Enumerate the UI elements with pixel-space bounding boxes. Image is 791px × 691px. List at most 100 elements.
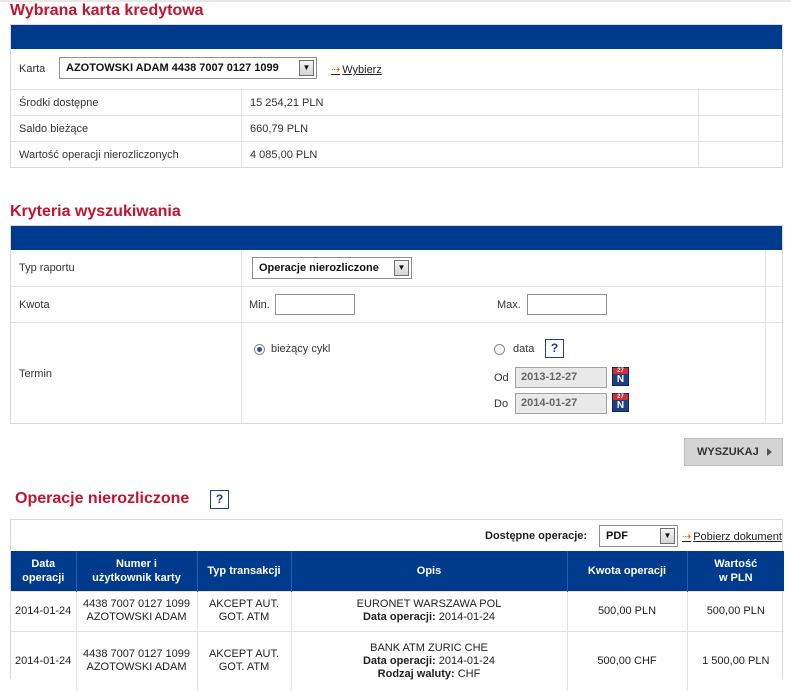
max-amount-input[interactable] [527, 294, 607, 315]
available-funds-value: 15 254,21 PLN [250, 97, 324, 109]
from-label: Od [494, 372, 509, 384]
card-user: AZOTOWSKI ADAM [86, 661, 187, 674]
cell-value-pln: 500,00 PLN [687, 590, 784, 631]
report-type-row: Typ raportu Operacje nierozliczone ▼ [11, 250, 782, 286]
divider [698, 90, 699, 115]
cell-amount: 500,00 CHF [567, 630, 688, 691]
divider [241, 250, 242, 286]
available-funds-label: Środki dostępne [19, 97, 99, 109]
divider [765, 287, 766, 322]
description-date: 2014-01-24 [438, 654, 496, 667]
arrow-right-icon: ⇢ [682, 531, 692, 543]
cell-type: AKCEPT AUT. GOT. ATM [197, 590, 292, 631]
max-label: Max. [497, 299, 521, 311]
report-type-select[interactable]: Operacje nierozliczone ▼ [252, 257, 412, 279]
format-select[interactable]: PDF ▼ [599, 525, 678, 547]
col-description-label: Opis [416, 564, 442, 577]
description-currency: CHF [457, 667, 481, 680]
card-label: Karta [19, 63, 46, 75]
divider [765, 323, 766, 423]
type-line: GOT. ATM [218, 611, 270, 623]
divider [765, 250, 766, 286]
col-amount-label: Kwota operacji [587, 564, 667, 577]
cell-value-pln: 1 500,00 PLN [687, 630, 784, 691]
card-panel: Karta AZOTOWSKI ADAM 4438 7007 0127 1099… [10, 24, 783, 168]
col-header-amount[interactable]: Kwota operacji [567, 551, 688, 591]
unsettled-value-row: Wartość operacji nierozliczonych 4 085,0… [11, 141, 782, 167]
cell-amount: 500,00 PLN [567, 590, 688, 631]
current-balance-value: 660,79 PLN [250, 123, 309, 135]
type-line: AKCEPT AUT. [208, 648, 280, 661]
criteria-title: Kryteria wyszukiwania [10, 203, 181, 220]
description-merchant: EURONET WARSZAWA POL [356, 598, 502, 610]
col-header-card[interactable]: Numer i użytkownik karty [76, 551, 198, 591]
report-type-label: Typ raportu [19, 262, 75, 274]
table-header-row: Data operacji Numer i użytkownik karty T… [11, 551, 784, 591]
operations-title: Operacje nierozliczone [15, 490, 190, 507]
divider [241, 116, 242, 141]
help-icon[interactable]: ? [545, 339, 564, 358]
cell-date: 2014-01-24 [11, 630, 77, 691]
help-icon[interactable]: ? [210, 490, 229, 509]
date-label: data [513, 343, 535, 355]
search-button[interactable]: WYSZUKAJ [684, 438, 783, 466]
search-button-label: WYSZUKAJ [697, 446, 759, 458]
criteria-panel-header [11, 226, 782, 250]
calendar-icon[interactable]: 27 N [612, 367, 629, 386]
current-balance-label: Saldo bieżące [19, 123, 89, 135]
cell-date: 2014-01-24 [11, 590, 77, 631]
card-select-value: AZOTOWSKI ADAM 4438 7007 0127 1099 [66, 62, 279, 74]
description-currency-label: Rodzaj waluty: [377, 667, 455, 680]
calendar-icon[interactable]: 27 N [612, 393, 629, 412]
card-select[interactable]: AZOTOWSKI ADAM 4438 7007 0127 1099 ▼ [59, 57, 317, 79]
card-user: AZOTOWSKI ADAM [86, 611, 187, 623]
col-card-label: Numer i użytkownik karty [92, 557, 181, 584]
format-value: PDF [606, 530, 628, 542]
divider [241, 287, 242, 322]
available-ops-label: Dostępne operacje: [485, 530, 588, 542]
min-label: Min. [249, 299, 270, 311]
type-line: AKCEPT AUT. [208, 598, 280, 610]
unsettled-value-label: Wartość operacji nierozliczonych [19, 149, 179, 161]
choose-card-link[interactable]: ⇢ Wybierz [331, 63, 382, 76]
min-amount-input[interactable] [275, 294, 355, 315]
col-date-label: Data operacji [22, 557, 65, 584]
card-number: 4438 7007 0127 1099 [82, 598, 191, 610]
col-header-description[interactable]: Opis [291, 551, 568, 591]
table-row[interactable]: 2014-01-24 4438 7007 0127 1099 AZOTOWSKI … [11, 590, 784, 631]
divider [698, 116, 699, 141]
operations-table: Data operacji Numer i użytkownik karty T… [11, 551, 784, 691]
divider [241, 90, 242, 115]
cell-card: 4438 7007 0127 1099 AZOTOWSKI ADAM [76, 590, 198, 631]
chevron-down-icon[interactable]: ▼ [299, 60, 314, 76]
arrow-right-icon: ⇢ [331, 64, 341, 76]
col-header-date[interactable]: Data operacji [11, 551, 77, 591]
chevron-down-icon[interactable]: ▼ [394, 260, 409, 276]
operations-panel: Dostępne operacje: PDF ▼ ⇢ Pobierz dokume… [10, 519, 784, 691]
divider [241, 142, 242, 167]
col-header-value-pln[interactable]: Wartość w PLN [687, 551, 784, 591]
cell-description: BANK ATM ZURIC CHE Data operacji: 2014-01… [291, 630, 568, 691]
current-cycle-label: bieżący cykl [271, 343, 331, 355]
table-row[interactable]: 2014-01-24 4438 7007 0127 1099 AZOTOWSKI … [11, 630, 784, 691]
description-merchant: BANK ATM ZURIC CHE [370, 641, 488, 654]
term-row: Termin bieżący cykl data ? Od 2013-12-27… [11, 322, 782, 423]
download-link-text: Pobierz dokument [693, 531, 782, 543]
operations-toolbar: Dostępne operacje: PDF ▼ ⇢ Pobierz dokume… [11, 520, 782, 551]
card-number: 4438 7007 0127 1099 [82, 648, 191, 661]
current-balance-row: Saldo bieżące 660,79 PLN [11, 115, 782, 141]
chevron-down-icon[interactable]: ▼ [660, 528, 675, 544]
amount-row: Kwota Min. Max. [11, 286, 782, 322]
play-arrow-icon [767, 448, 772, 456]
col-header-type[interactable]: Typ transakcji [197, 551, 292, 591]
to-date-input[interactable]: 2014-01-27 [515, 393, 607, 414]
amount-label: Kwota [19, 299, 50, 311]
card-select-row: Karta AZOTOWSKI ADAM 4438 7007 0127 1099… [11, 49, 782, 89]
date-radio[interactable] [494, 344, 505, 355]
col-value-pln-label: Wartość w PLN [714, 557, 758, 584]
current-cycle-radio[interactable] [254, 344, 265, 355]
from-date-input[interactable]: 2013-12-27 [515, 367, 607, 388]
available-funds-row: Środki dostępne 15 254,21 PLN [11, 89, 782, 115]
report-type-value: Operacje nierozliczone [259, 262, 379, 274]
download-document-link[interactable]: ⇢ Pobierz dokument [682, 530, 782, 543]
